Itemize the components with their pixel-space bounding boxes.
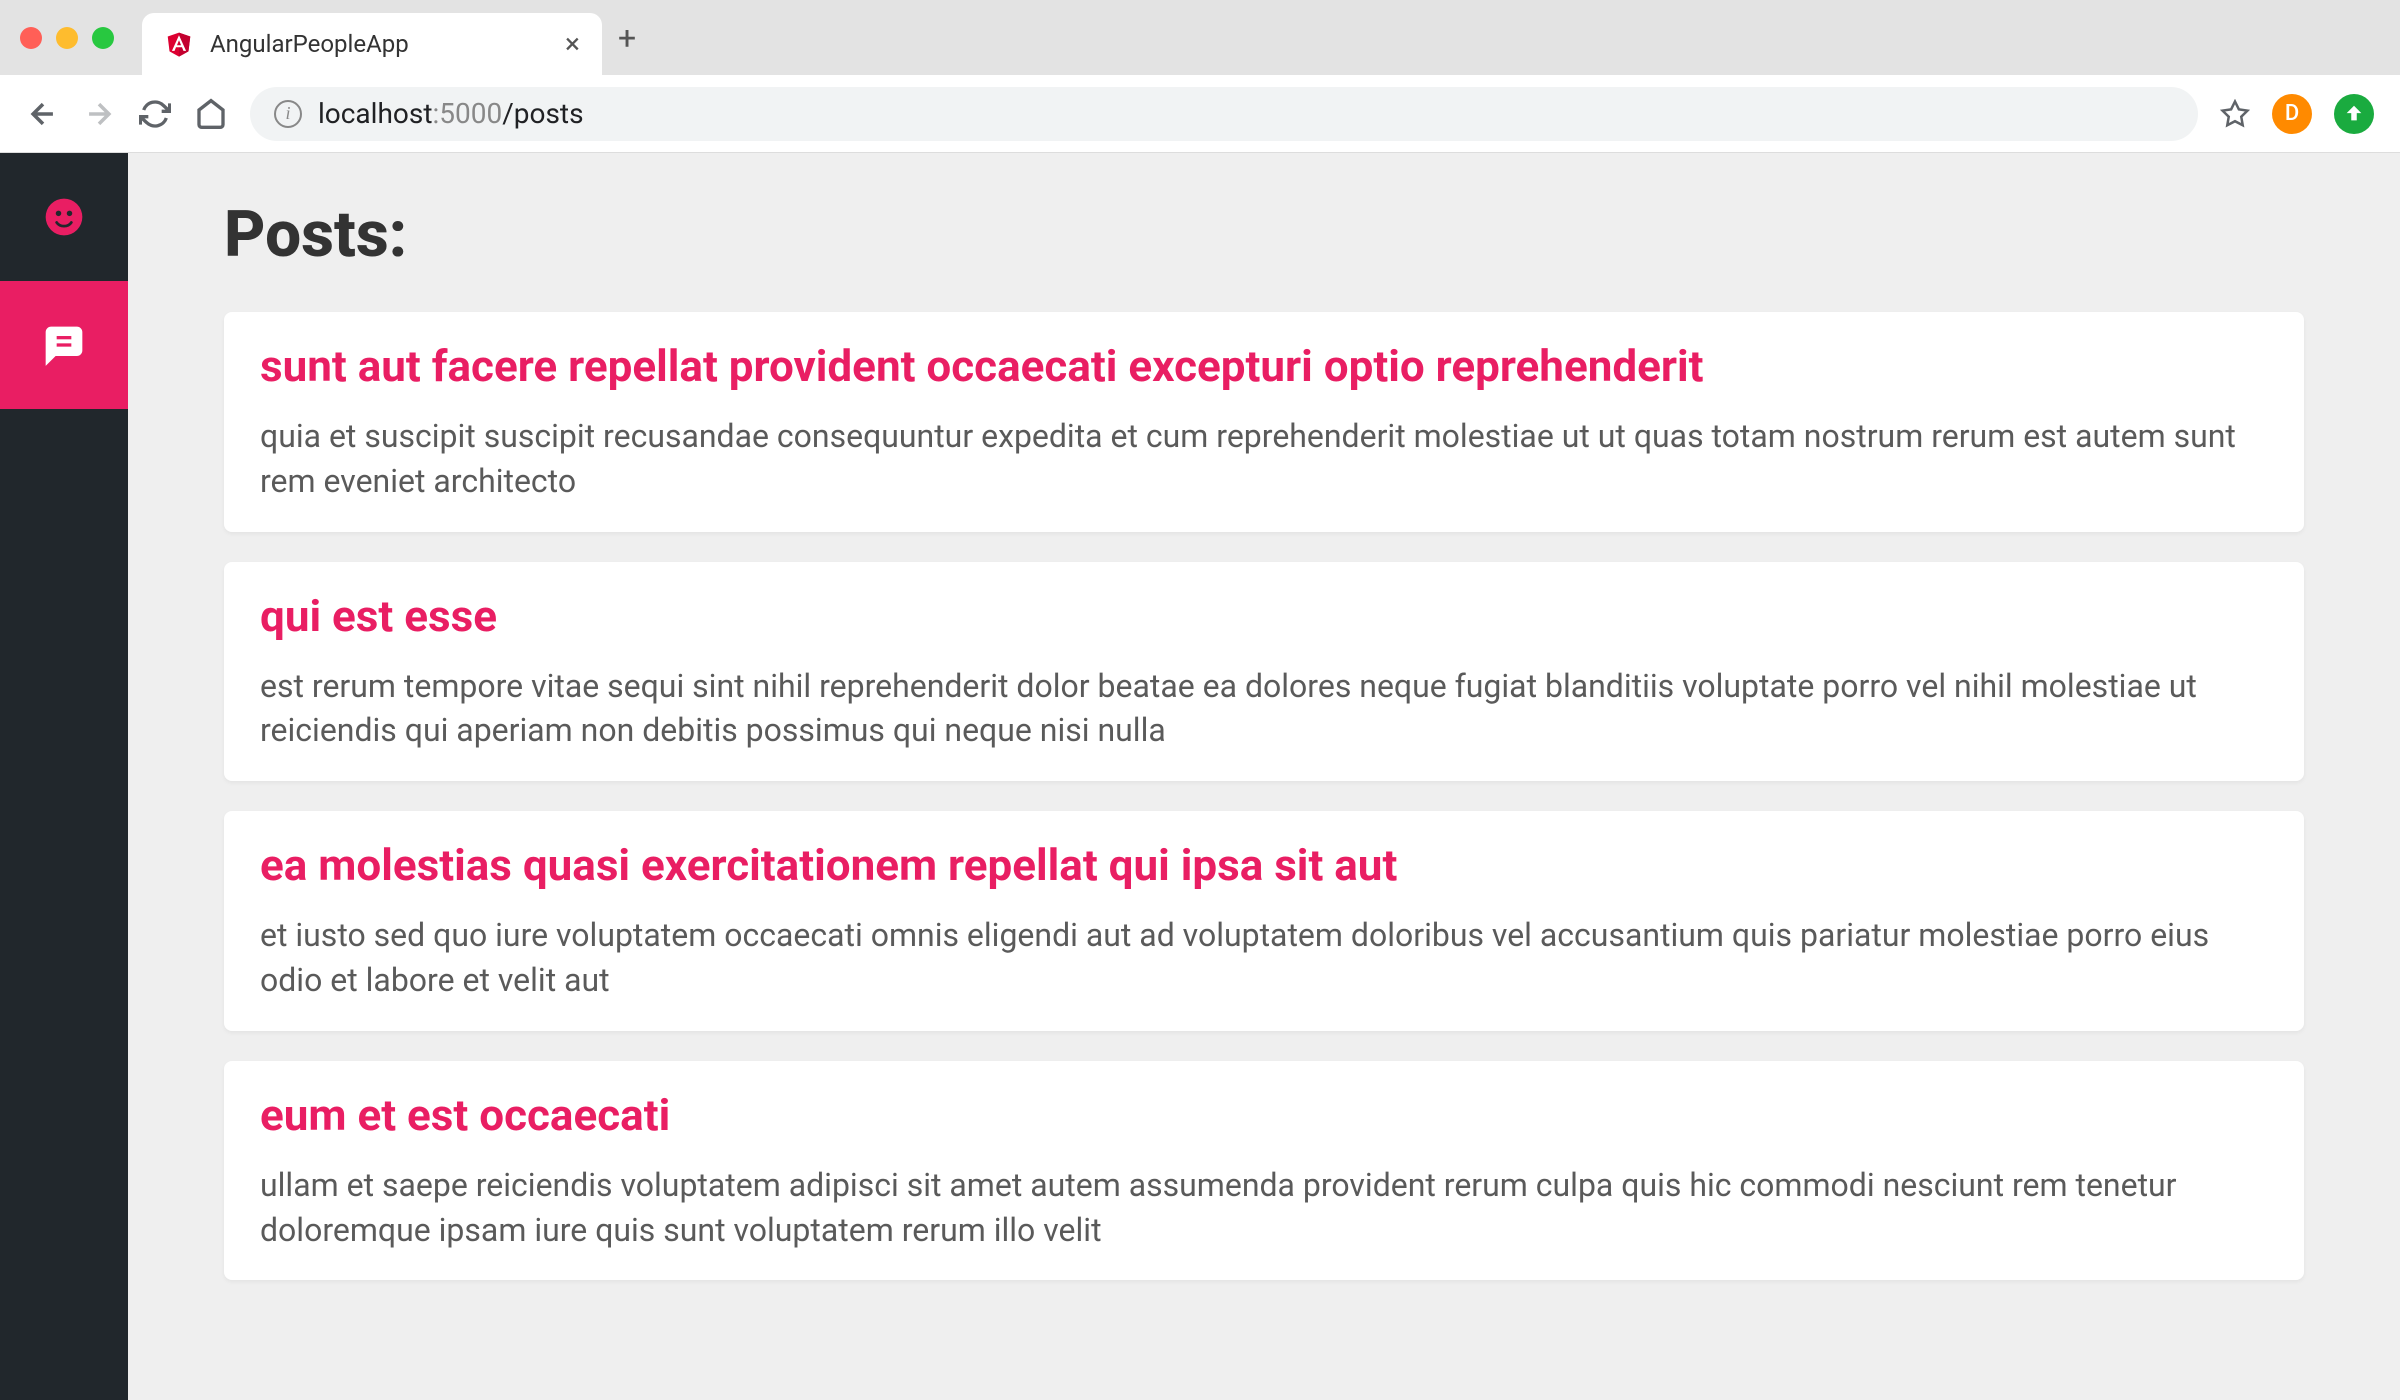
window-close-button[interactable] [20, 27, 42, 49]
url-text: localhost:5000/posts [318, 97, 584, 130]
sidebar [0, 153, 128, 1400]
post-card[interactable]: qui est esse est rerum tempore vitae seq… [224, 562, 2304, 782]
page-title: Posts: [224, 197, 2304, 272]
post-title: sunt aut facere repellat provident occae… [260, 340, 2268, 392]
post-card[interactable]: sunt aut facere repellat provident occae… [224, 312, 2304, 532]
tab-bar: AngularPeopleApp × + [0, 0, 2400, 75]
post-card[interactable]: eum et est occaecati ullam et saepe reic… [224, 1061, 2304, 1281]
post-card[interactable]: ea molestias quasi exercitationem repell… [224, 811, 2304, 1031]
back-button[interactable] [26, 97, 60, 131]
nav-bar: i localhost:5000/posts D [0, 75, 2400, 153]
post-title: eum et est occaecati [260, 1089, 2268, 1141]
post-title: qui est esse [260, 590, 2268, 642]
people-icon [42, 195, 86, 239]
site-info-icon[interactable]: i [274, 100, 302, 128]
profile-avatar[interactable]: D [2272, 94, 2312, 134]
close-icon[interactable]: × [565, 30, 580, 58]
sidebar-item-people[interactable] [0, 153, 128, 281]
tab-title: AngularPeopleApp [210, 30, 549, 58]
browser-chrome: AngularPeopleApp × + i localhost:5000/po… [0, 0, 2400, 153]
window-maximize-button[interactable] [92, 27, 114, 49]
angular-icon [164, 29, 194, 59]
message-icon [42, 323, 86, 367]
extension-icon[interactable] [2334, 94, 2374, 134]
browser-tab[interactable]: AngularPeopleApp × [142, 13, 602, 75]
bookmark-button[interactable] [2220, 99, 2250, 129]
post-body: ullam et saepe reiciendis voluptatem adi… [260, 1163, 2268, 1253]
post-body: et iusto sed quo iure voluptatem occaeca… [260, 913, 2268, 1003]
reload-button[interactable] [138, 97, 172, 131]
main-content: Posts: sunt aut facere repellat providen… [128, 153, 2400, 1400]
sidebar-item-posts[interactable] [0, 281, 128, 409]
window-controls [20, 27, 114, 49]
address-bar[interactable]: i localhost:5000/posts [250, 87, 2198, 141]
post-body: quia et suscipit suscipit recusandae con… [260, 414, 2268, 504]
post-title: ea molestias quasi exercitationem repell… [260, 839, 2268, 891]
app-container: Posts: sunt aut facere repellat providen… [0, 153, 2400, 1400]
new-tab-button[interactable]: + [618, 22, 636, 54]
window-minimize-button[interactable] [56, 27, 78, 49]
post-body: est rerum tempore vitae sequi sint nihil… [260, 664, 2268, 754]
home-button[interactable] [194, 97, 228, 131]
forward-button[interactable] [82, 97, 116, 131]
